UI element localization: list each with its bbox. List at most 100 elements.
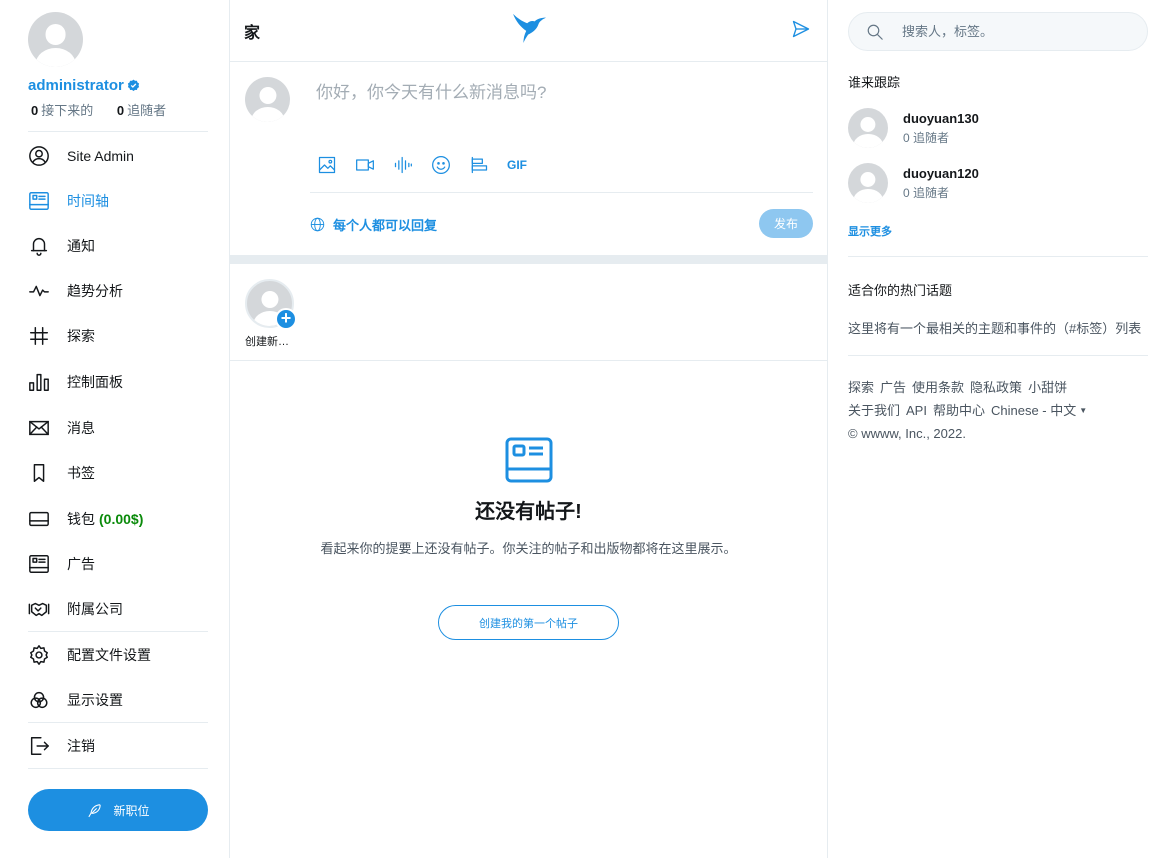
bell-icon [28,235,50,257]
nav-label: 显示设置 [67,692,123,708]
footer-link-cookies[interactable]: 小甜饼 [1028,380,1067,395]
nav-label: 趋势分析 [67,283,123,299]
nav-label: 探索 [67,328,95,344]
followers-stat[interactable]: 0 追随者 [117,103,166,118]
pulse-icon [28,280,50,302]
user-circle-icon [28,145,50,167]
verified-badge-icon [127,79,139,92]
suggestion-followers: 0 追随者 [903,131,950,145]
video-upload-icon[interactable] [354,154,376,176]
nav-item-profile-settings[interactable]: 配置文件设置 [28,640,208,670]
nav-item-bookmarks[interactable]: 书签 [28,458,208,488]
nav-label: 配置文件设置 [67,647,151,663]
footer-link-privacy[interactable]: 隐私政策 [970,380,1022,395]
nav-item-messages[interactable]: 消息 [28,413,208,443]
empty-feed-icon [505,437,552,483]
create-story-label: 创建新… [245,336,289,348]
nav-label: 时间轴 [67,193,109,209]
create-first-post-button[interactable]: 创建我的第一个帖子 [438,605,619,640]
wallet-icon [28,508,50,530]
nav-item-display-settings[interactable]: 显示设置 [28,685,208,715]
following-stat[interactable]: 0 接下来的 [31,103,93,118]
suggestion-item[interactable]: duoyuan120 0 追随者 [848,163,1148,205]
empty-title: 还没有帖子! [475,501,582,523]
suggestion-item[interactable]: duoyuan130 0 追随者 [848,108,1148,150]
post-composer: GIF 每个人都可以回复 发布 [230,62,827,254]
footer-link-about[interactable]: 关于我们 [848,403,900,418]
poll-icon[interactable] [468,154,490,176]
who-to-follow-heading: 谁来跟踪 [848,75,901,90]
reply-setting[interactable]: 每个人都可以回复 [310,215,437,234]
main-column: 家 GIF [229,0,828,858]
create-story[interactable]: + 创建新… [245,279,300,349]
footer-link-help[interactable]: 帮助中心 [933,403,985,418]
suggestion-followers: 0 追随者 [903,186,950,200]
stories-bar: + 创建新… [230,264,827,361]
composer-divider [310,192,813,193]
sidebar-divider [28,768,208,769]
gear-icon [28,644,50,666]
sidebar-divider [28,631,208,632]
bookmark-icon [28,462,50,484]
footer-link-explore[interactable]: 探索 [848,380,874,395]
gif-button[interactable]: GIF [506,154,528,176]
profile-username[interactable]: administrator [28,77,140,94]
nav-item-logout[interactable]: 注销 [28,731,208,761]
empty-feed: 还没有帖子! 看起来你的提要上还没有帖子。你关注的帖子和出版物都将在这里展示。 [230,437,827,557]
footer-link-api[interactable]: API [906,403,927,418]
globe-icon [310,217,325,232]
nav-item-timeline[interactable]: 时间轴 [28,186,208,216]
show-more-link[interactable]: 显示更多 [848,223,892,239]
publish-button[interactable]: 发布 [759,209,813,238]
nav-item-explore[interactable]: 探索 [28,321,208,351]
search-icon [867,24,883,40]
trends-placeholder-text: 这里将有一个最相关的主题和事件的（#标签）列表 [848,321,1142,336]
image-upload-icon[interactable] [316,154,338,176]
bar-chart-icon [28,371,50,393]
profile-stats: 0 接下来的 0 追随者 [31,100,166,119]
feather-icon [88,803,102,817]
footer-link-ads[interactable]: 广告 [880,380,906,395]
footer-link-terms[interactable]: 使用条款 [912,380,964,395]
audio-wave-icon[interactable] [392,154,414,176]
nav-item-dashboard[interactable]: 控制面板 [28,367,208,397]
nav-item-ads[interactable]: 广告 [28,549,208,579]
nav-item-notifications[interactable]: 通知 [28,231,208,261]
bird-logo-icon[interactable] [511,12,549,44]
suggestion-name[interactable]: duoyuan120 [903,166,979,181]
logout-icon [28,735,50,757]
page-title: 家 [244,25,261,42]
sidebar-divider [28,131,208,132]
suggestion-avatar[interactable] [848,108,888,148]
search-input[interactable] [902,24,1142,39]
right-divider [848,355,1148,356]
nav-label: 书签 [67,465,95,481]
suggestion-name[interactable]: duoyuan130 [903,111,979,126]
search-box[interactable] [848,12,1148,51]
right-sidebar: 谁来跟踪 duoyuan130 0 追随者 duoyuan120 0 追随者 显… [848,0,1148,858]
handshake-icon [28,598,50,620]
nav-label: 钱包 (0.00$) [67,511,144,527]
suggestion-avatar[interactable] [848,163,888,203]
composer-avatar [245,77,290,122]
new-post-label: 新职位 [113,803,150,818]
language-selector[interactable]: Chinese - 中文 ▼ [991,403,1087,418]
main-header: 家 [230,0,827,62]
plus-icon: + [275,308,297,330]
footer-links: 探索 广告 使用条款 隐私政策 小甜饼 关于我们 API 帮助中心 Chinese - 中文 ▼… [848,376,1148,445]
wallet-balance: (0.00$) [99,511,144,527]
nav-label: 广告 [67,556,95,572]
emoji-icon[interactable] [430,154,452,176]
new-post-button[interactable]: 新职位 [28,789,208,831]
composer-input[interactable] [316,78,806,108]
nav-label: 附属公司 [67,601,123,617]
profile-avatar[interactable] [28,12,83,67]
nav-label: 通知 [67,238,95,254]
nav-item-wallet[interactable]: 钱包 (0.00$) [28,504,208,534]
nav-item-affiliates[interactable]: 附属公司 [28,594,208,624]
send-icon[interactable] [791,19,811,39]
nav-label: 消息 [67,420,95,436]
username-text[interactable]: administrator [28,77,124,94]
nav-item-trends[interactable]: 趋势分析 [28,276,208,306]
nav-item-site-admin[interactable]: Site Admin [28,141,208,171]
